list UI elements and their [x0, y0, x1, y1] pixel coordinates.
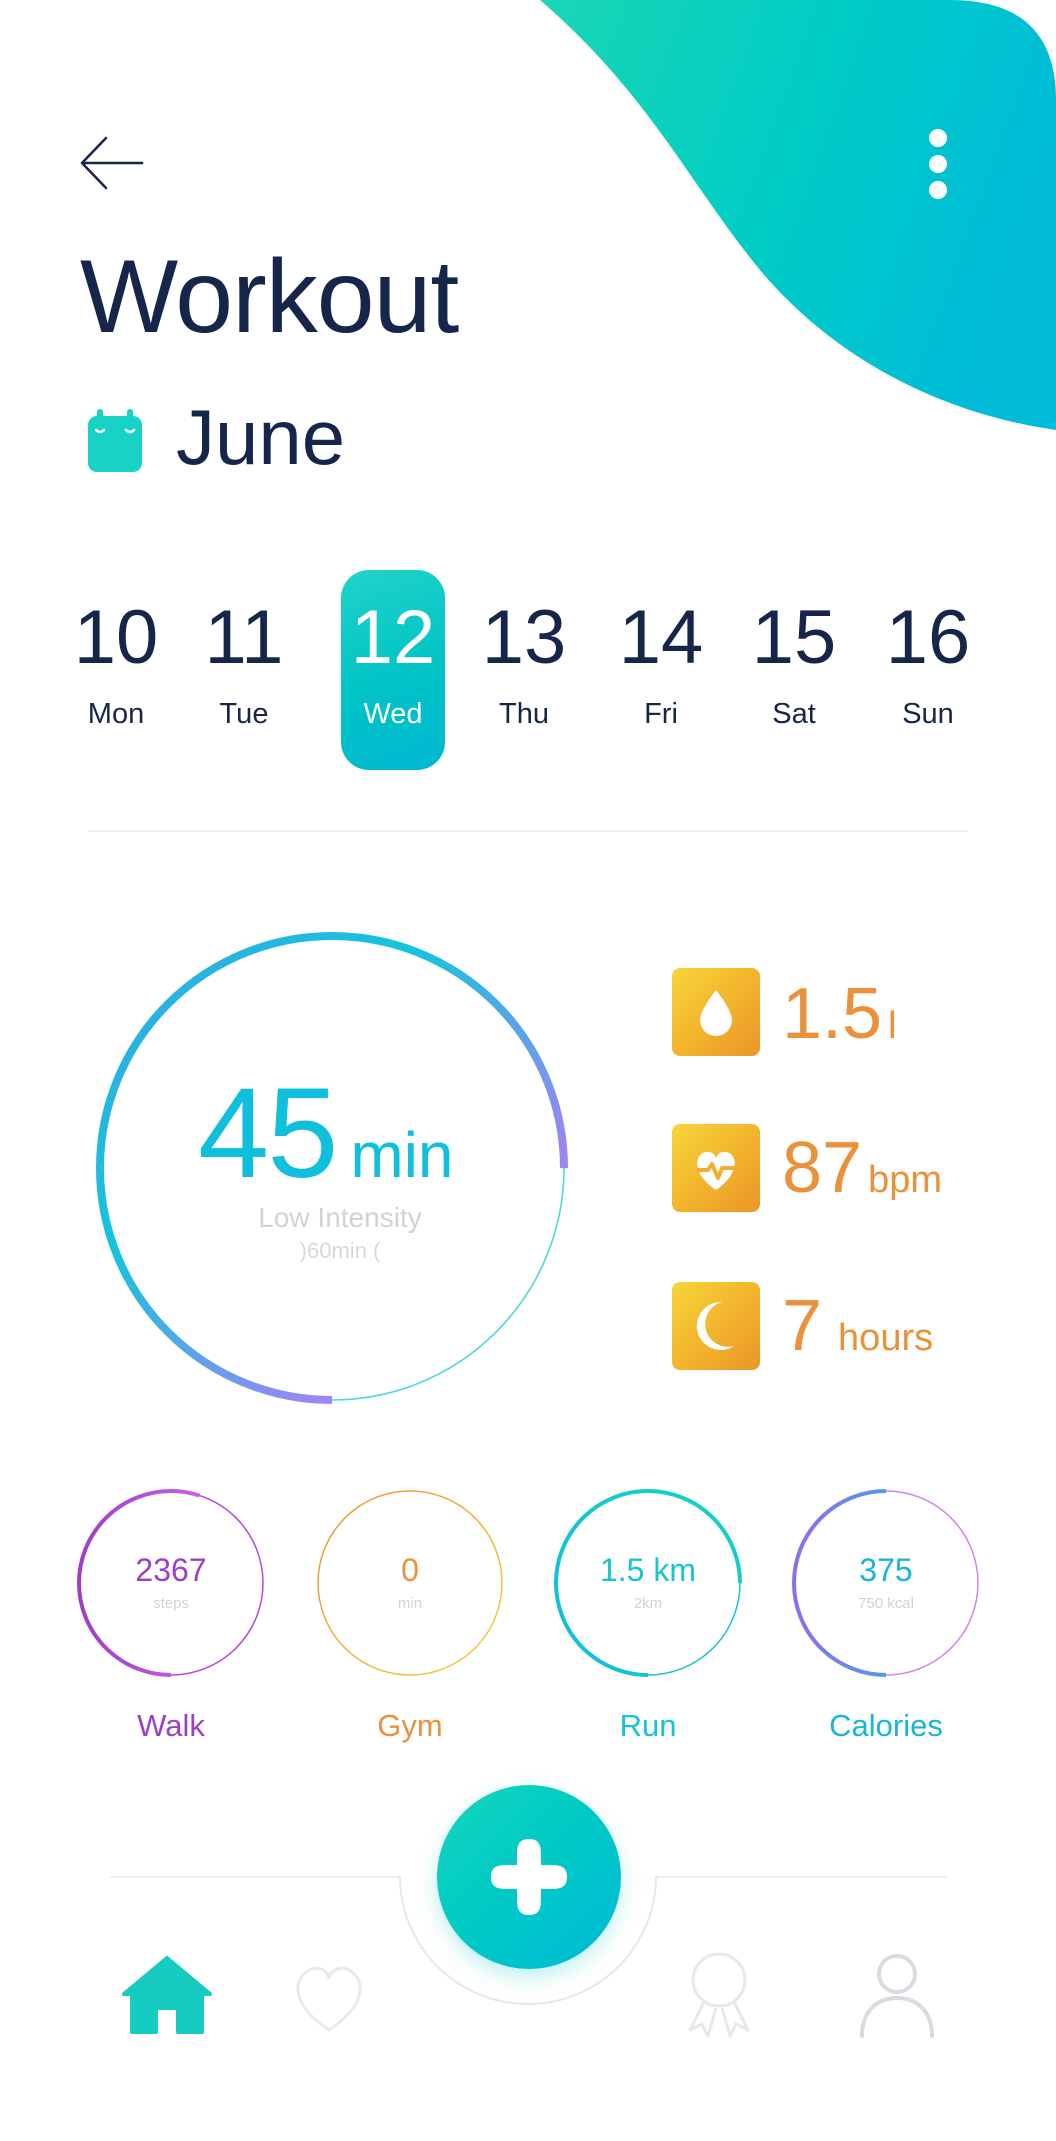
heart-rate-stat-tile[interactable]	[672, 1124, 760, 1212]
water-stat: 1.5 l	[782, 978, 897, 1050]
water-value: 1.5	[782, 974, 883, 1054]
day-number: 13	[481, 595, 567, 680]
calendar-icon	[86, 408, 144, 474]
workout-duration: 45 min	[198, 1070, 498, 1198]
heart-rate-stat: 87 bpm	[782, 1132, 942, 1204]
page-title: Workout	[80, 239, 459, 355]
day-number: 14	[618, 595, 704, 680]
calories-ring[interactable]: 375 750 kcal	[791, 1488, 981, 1678]
walk-label: Walk	[137, 1708, 205, 1743]
heart-rate-value: 87	[782, 1128, 863, 1208]
back-button[interactable]	[78, 128, 148, 198]
day-thu[interactable]: 13 Thu	[472, 570, 576, 770]
nav-divider-left	[110, 1876, 400, 1878]
badge-icon	[688, 1952, 750, 2038]
day-of-week: Wed	[363, 698, 423, 730]
walk-value: 2367	[135, 1552, 207, 1588]
nav-home[interactable]	[122, 1950, 212, 2040]
heart-icon	[296, 1966, 362, 2032]
gym-sub: min	[397, 1595, 423, 1612]
heart-rate-icon	[696, 1151, 736, 1190]
day-of-week: Sat	[772, 698, 816, 730]
day-number: 15	[751, 595, 837, 680]
day-tue[interactable]: 11 Tue	[192, 570, 296, 770]
divider	[88, 830, 968, 832]
day-fri[interactable]: 14 Fri	[609, 570, 713, 770]
day-of-week: Tue	[219, 698, 269, 730]
day-of-week: Fri	[644, 698, 678, 730]
run-label: Run	[619, 1708, 677, 1743]
run-sub: 2km	[633, 1595, 663, 1612]
more-options-button[interactable]	[910, 118, 966, 214]
day-mon[interactable]: 10 Mon	[64, 570, 168, 770]
workout-intensity: Low Intensity	[258, 1202, 422, 1233]
nav-profile[interactable]	[852, 1950, 942, 2040]
workout-value: 45	[198, 1062, 338, 1205]
day-of-week: Mon	[87, 698, 145, 730]
gym-ring[interactable]: 0 min	[315, 1488, 505, 1678]
day-number: 12	[350, 595, 436, 680]
home-icon	[122, 1956, 212, 2034]
nav-divider-right	[656, 1876, 948, 1878]
plus-icon	[491, 1839, 567, 1915]
day-sun[interactable]: 16 Sun	[876, 570, 980, 770]
workout-unit: min	[350, 1119, 454, 1191]
user-icon	[860, 1954, 934, 2038]
walk-ring[interactable]: 2367 steps	[76, 1488, 266, 1678]
sleep-stat-tile[interactable]	[672, 1282, 760, 1370]
calories-sub: 750 kcal	[858, 1595, 914, 1612]
day-number: 11	[204, 595, 284, 680]
nav-favorites[interactable]	[284, 1950, 374, 2040]
vertical-dots-icon	[929, 129, 947, 199]
gym-label: Gym	[377, 1708, 443, 1743]
water-drop-icon	[700, 990, 732, 1036]
sleep-value: 7	[782, 1286, 823, 1366]
water-stat-tile[interactable]	[672, 968, 760, 1056]
day-number: 10	[73, 595, 159, 680]
month-label: June	[176, 393, 346, 481]
arrow-left-icon	[80, 136, 144, 190]
workout-goal: )60min (	[299, 1238, 381, 1263]
day-number: 16	[885, 595, 971, 680]
heart-rate-unit: bpm	[868, 1159, 943, 1201]
water-unit: l	[888, 1005, 897, 1047]
day-of-week: Thu	[499, 698, 549, 730]
header-wave-decoration	[540, 0, 1056, 430]
day-of-week: Sun	[902, 698, 954, 730]
day-wed-selected[interactable]: 12 Wed	[341, 570, 445, 770]
walk-sub: steps	[153, 1595, 189, 1612]
gym-value: 0	[401, 1552, 419, 1588]
calories-label: Calories	[829, 1708, 943, 1743]
sleep-unit: hours	[838, 1317, 934, 1359]
add-workout-button[interactable]	[437, 1785, 621, 1969]
run-ring[interactable]: 1.5 km 2km	[553, 1488, 743, 1678]
moon-icon	[696, 1301, 734, 1350]
nav-achievements[interactable]	[674, 1950, 764, 2040]
calories-value: 375	[859, 1552, 913, 1588]
sleep-stat: 7 hours	[782, 1290, 933, 1362]
run-value: 1.5 km	[599, 1552, 697, 1588]
day-sat[interactable]: 15 Sat	[742, 570, 846, 770]
